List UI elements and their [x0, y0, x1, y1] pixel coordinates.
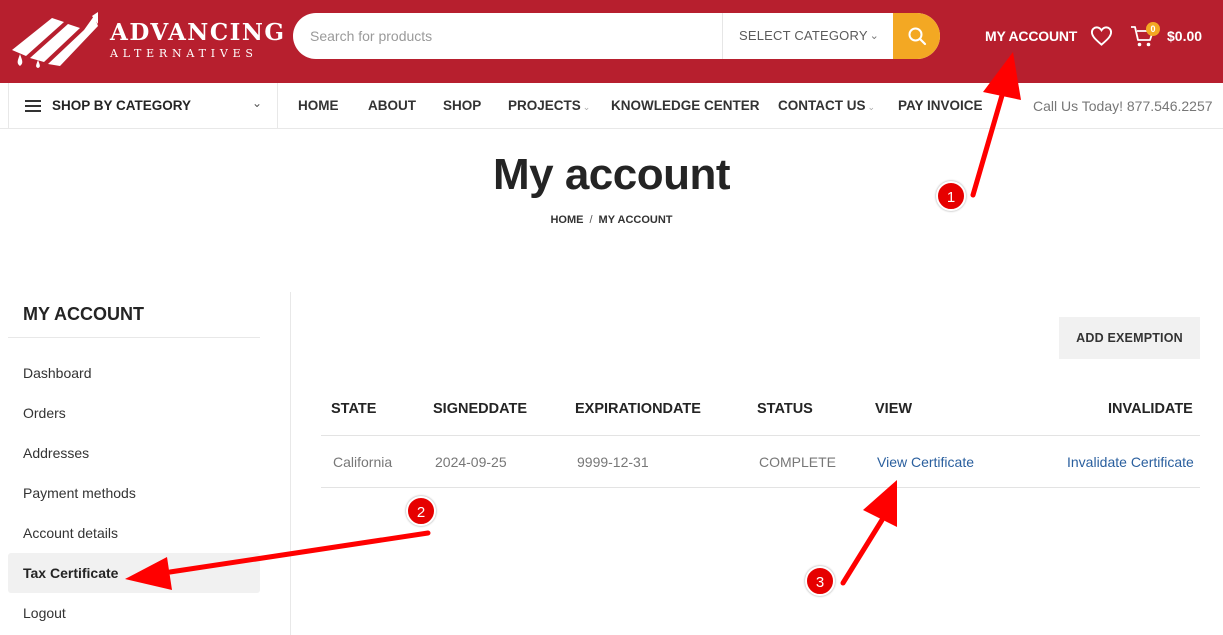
- header-bar: ADVANCING ALTERNATIVES SELECT CATEGORY ⌄…: [0, 0, 1223, 83]
- nav-contact-us[interactable]: CONTACT US ⌄: [778, 98, 875, 113]
- brand-logo[interactable]: ADVANCING ALTERNATIVES: [8, 10, 284, 70]
- sidebar-item-addresses[interactable]: Addresses: [8, 433, 260, 473]
- search-bar: SELECT CATEGORY ⌄: [293, 13, 940, 59]
- nav-shop[interactable]: SHOP: [443, 98, 481, 113]
- sidebar-item-dashboard[interactable]: Dashboard: [8, 353, 260, 393]
- breadcrumb-separator: /: [589, 214, 593, 226]
- sidebar-item-logout[interactable]: Logout: [8, 593, 260, 633]
- sidebar-item-account-details[interactable]: Account details: [8, 513, 260, 553]
- cell-state: California: [333, 454, 393, 470]
- view-certificate-link[interactable]: View Certificate: [877, 454, 974, 470]
- nav-projects[interactable]: PROJECTS ⌄: [508, 98, 590, 113]
- nav-about[interactable]: ABOUT: [368, 98, 416, 113]
- main-nav: SHOP BY CATEGORY ⌄ HOME ABOUT SHOP PROJE…: [0, 83, 1223, 129]
- table-row-divider: [321, 487, 1200, 488]
- add-exemption-button[interactable]: ADD EXEMPTION: [1059, 317, 1200, 359]
- annotation-badge-2: 2: [406, 496, 436, 526]
- search-icon: [908, 27, 926, 46]
- nav-contact-us-label: CONTACT US: [778, 98, 866, 113]
- my-account-link[interactable]: MY ACCOUNT: [985, 28, 1077, 44]
- account-sidebar: MY ACCOUNT Dashboard Orders Addresses Pa…: [8, 292, 291, 635]
- sidebar-item-orders[interactable]: Orders: [8, 393, 260, 433]
- cell-signed-date: 2024-09-25: [435, 454, 507, 470]
- wishlist-heart-icon[interactable]: [1090, 25, 1113, 47]
- page-title: My account: [492, 150, 731, 199]
- nav-home[interactable]: HOME: [298, 98, 339, 113]
- annotation-badge-3: 3: [805, 566, 835, 596]
- chevron-down-icon: ⌄: [869, 30, 879, 42]
- column-header-invalidate: INVALIDATE: [1108, 401, 1193, 417]
- logo-sub-text: ALTERNATIVES: [110, 47, 258, 60]
- chevron-down-icon: ⌄: [252, 96, 263, 110]
- shop-by-category-label: SHOP BY CATEGORY: [52, 98, 192, 113]
- search-button[interactable]: [893, 13, 940, 59]
- category-select-label: SELECT CATEGORY: [739, 28, 868, 43]
- sidebar-item-tax-certificate[interactable]: Tax Certificate: [8, 553, 260, 593]
- breadcrumb: HOME / MY ACCOUNT: [0, 214, 1223, 226]
- invalidate-certificate-link[interactable]: Invalidate Certificate: [1067, 454, 1194, 470]
- search-input[interactable]: [293, 13, 723, 59]
- breadcrumb-home[interactable]: HOME: [550, 214, 583, 226]
- sidebar-item-payment-methods[interactable]: Payment methods: [8, 473, 260, 513]
- nav-knowledge-center[interactable]: KNOWLEDGE CENTER: [611, 98, 760, 113]
- chevron-down-icon: ⌄: [867, 102, 876, 112]
- nav-projects-label: PROJECTS: [508, 98, 581, 113]
- column-header-signed-date: SIGNEDDATE: [433, 401, 527, 417]
- category-select[interactable]: SELECT CATEGORY ⌄: [722, 13, 893, 59]
- call-us-text: Call Us Today! 877.546.2257: [1033, 98, 1213, 114]
- hamburger-menu-icon: [25, 100, 41, 112]
- shop-by-category-dropdown[interactable]: SHOP BY CATEGORY ⌄: [8, 83, 278, 129]
- sidebar-divider: [8, 337, 260, 338]
- cell-expiration-date: 9999-12-31: [577, 454, 649, 470]
- cart-count-badge: 0: [1146, 22, 1160, 36]
- sidebar-title: MY ACCOUNT: [23, 304, 144, 324]
- cell-status: COMPLETE: [759, 454, 837, 470]
- table-header-divider: [321, 435, 1200, 436]
- cart-total[interactable]: $0.00: [1167, 28, 1202, 44]
- nav-pay-invoice[interactable]: PAY INVOICE: [898, 98, 983, 113]
- column-header-view: VIEW: [875, 401, 913, 417]
- awning-logo-icon: [12, 12, 98, 68]
- logo-main-text: ADVANCING: [110, 19, 286, 46]
- column-header-status: STATUS: [757, 401, 813, 417]
- breadcrumb-current: MY ACCOUNT: [598, 214, 673, 226]
- chevron-down-icon: ⌄: [582, 102, 591, 112]
- column-header-expiration-date: EXPIRATIONDATE: [575, 401, 701, 417]
- annotation-badge-1: 1: [936, 181, 966, 211]
- column-header-state: STATE: [331, 401, 377, 417]
